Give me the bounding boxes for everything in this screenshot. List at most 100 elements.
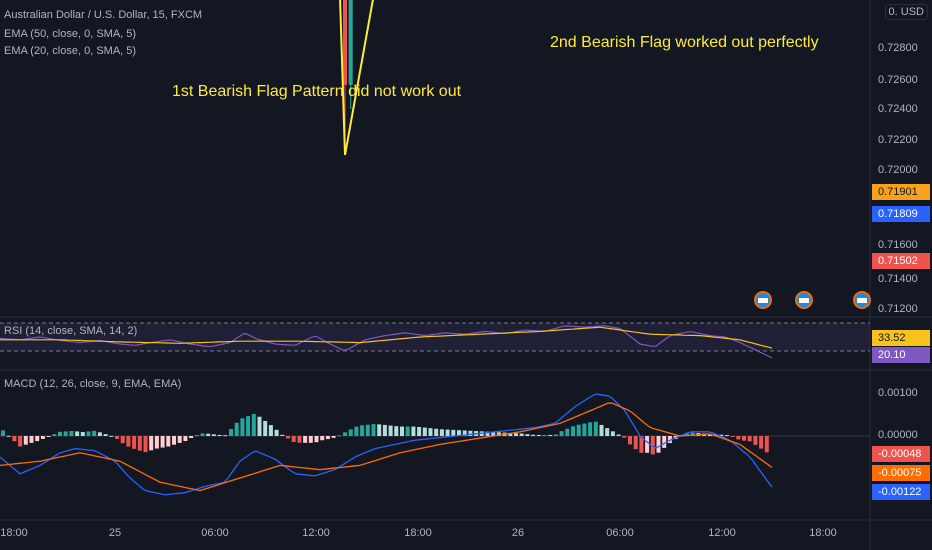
macd-histogram-bar — [633, 436, 638, 450]
macd-histogram-bar — [172, 436, 176, 445]
macd-histogram-bar — [531, 434, 536, 436]
macd-histogram-bar — [257, 416, 262, 436]
macd-tick: 0.00000 — [878, 429, 918, 441]
macd-histogram-bar — [240, 418, 245, 436]
legend-title: Australian Dollar / U.S. Dollar, 15, FXC… — [4, 9, 203, 21]
macd-histogram-bar — [605, 428, 610, 436]
macd-histogram-bar — [764, 436, 769, 453]
macd-histogram-bar — [582, 423, 587, 436]
macd-histogram-bar — [183, 436, 188, 442]
macd-histogram-bar — [753, 436, 758, 445]
flag1-pole — [339, 0, 346, 156]
macd-histogram-bar — [559, 431, 564, 436]
macd-histogram-bar — [189, 436, 194, 439]
macd-histogram-bar — [320, 436, 325, 441]
macd-histogram-bar — [571, 426, 575, 436]
macd-histogram-bar — [645, 436, 650, 453]
macd-value-badge: -0.00122 — [872, 484, 930, 500]
macd-histogram-bar — [40, 436, 45, 439]
macd-histogram-bar — [206, 433, 211, 436]
time-tick: 06:00 — [201, 527, 229, 539]
macd-histogram-bar — [348, 429, 353, 436]
macd-histogram-bar — [229, 428, 233, 436]
legend-rsi: RSI (14, close, SMA, 14, 2) — [4, 325, 138, 337]
macd-histogram-bar — [109, 435, 114, 437]
macd-histogram-bar — [610, 431, 615, 436]
currency-button[interactable]: 0. USD — [884, 4, 928, 20]
price-tick: 0.72000 — [878, 164, 918, 176]
macd-histogram-bar — [154, 436, 159, 449]
macd-histogram-bar — [75, 431, 80, 436]
macd-histogram-bar — [217, 434, 222, 436]
macd-signal-badge: -0.00075 — [872, 465, 930, 481]
time-tick: 18:00 — [404, 527, 432, 539]
macd-histogram-bar — [132, 436, 137, 449]
macd-histogram-bar — [354, 426, 359, 436]
macd-tick: 0.00100 — [878, 387, 918, 399]
macd-histogram-bar — [343, 432, 347, 436]
macd-histogram-bar — [536, 434, 541, 436]
macd-histogram-bar — [12, 436, 17, 442]
macd-histogram-bar — [542, 434, 547, 436]
macd-histogram-bar — [525, 434, 530, 436]
macd-histogram-bar — [382, 424, 387, 436]
macd-histogram-bar — [274, 429, 279, 436]
macd-histogram-bar — [23, 436, 28, 445]
price-tick: 0.72200 — [878, 134, 918, 146]
macd-histogram-bar — [724, 435, 729, 437]
macd-histogram-bar — [52, 434, 57, 436]
macd-histogram-bar — [428, 428, 433, 436]
macd-line — [0, 393, 773, 496]
legend-ema20: EMA (20, close, 0, SMA, 5) — [4, 45, 137, 57]
time-tick: 12:00 — [708, 527, 736, 539]
macd-histogram-bar — [200, 433, 205, 436]
macd-histogram-bar — [268, 425, 273, 436]
last-price-badge: 0.71502 — [872, 253, 930, 269]
macd-histogram-bar — [422, 427, 427, 436]
macd-histogram-bar — [400, 426, 404, 436]
macd-histogram-bar — [6, 435, 11, 437]
price-tick: 0.72400 — [878, 103, 918, 115]
macd-histogram-bar — [622, 436, 627, 438]
ema20-badge: 0.71809 — [872, 206, 930, 222]
macd-histogram-bar — [548, 434, 553, 436]
macd-histogram-bar — [405, 426, 410, 436]
macd-histogram-bar — [137, 436, 142, 451]
macd-histogram-bar — [166, 436, 171, 447]
macd-histogram-bar — [434, 428, 439, 436]
macd-histogram-bar — [297, 436, 302, 443]
macd-histogram-bar — [565, 428, 570, 436]
annotation-first-flag: 1st Bearish Flag Pattern did not work ou… — [172, 83, 462, 100]
macd-histogram-bar — [69, 431, 74, 436]
macd-histogram-bar — [730, 436, 735, 437]
macd-histogram-bar — [553, 434, 558, 436]
macd-histogram-bar — [588, 422, 593, 436]
rsi-value-badge: 20.10 — [872, 347, 930, 363]
macd-histogram-bar — [337, 435, 342, 437]
event-icon-stripe — [758, 298, 768, 303]
macd-histogram-bar — [46, 436, 51, 437]
macd-histogram-bar — [103, 434, 108, 436]
price-tick: 0.71400 — [878, 273, 918, 285]
macd-histogram-bar — [365, 424, 370, 436]
chart-canvas[interactable] — [0, 0, 932, 550]
macd-histogram-bar — [576, 424, 581, 436]
macd-histogram-bar — [92, 430, 97, 436]
time-tick: 12:00 — [302, 527, 330, 539]
price-tick: 0.72800 — [878, 42, 918, 54]
macd-histogram-bar — [246, 416, 251, 436]
macd-histogram-bar — [519, 433, 524, 436]
time-tick: 18:00 — [0, 527, 28, 539]
legend-ema50: EMA (50, close, 0, SMA, 5) — [4, 28, 137, 40]
flag1-lower-line — [344, 0, 374, 156]
macd-histogram-bar — [599, 424, 604, 436]
price-tick: 0.72600 — [878, 74, 918, 86]
time-tick: 25 — [108, 527, 122, 539]
macd-histogram-bar — [58, 431, 62, 436]
macd-histogram-bar — [143, 436, 148, 453]
macd-histogram-bar — [211, 434, 216, 436]
macd-histogram-bar — [18, 436, 23, 447]
macd-histogram-bar — [97, 432, 102, 436]
candle — [348, 0, 353, 85]
macd-histogram-bar — [223, 435, 228, 437]
